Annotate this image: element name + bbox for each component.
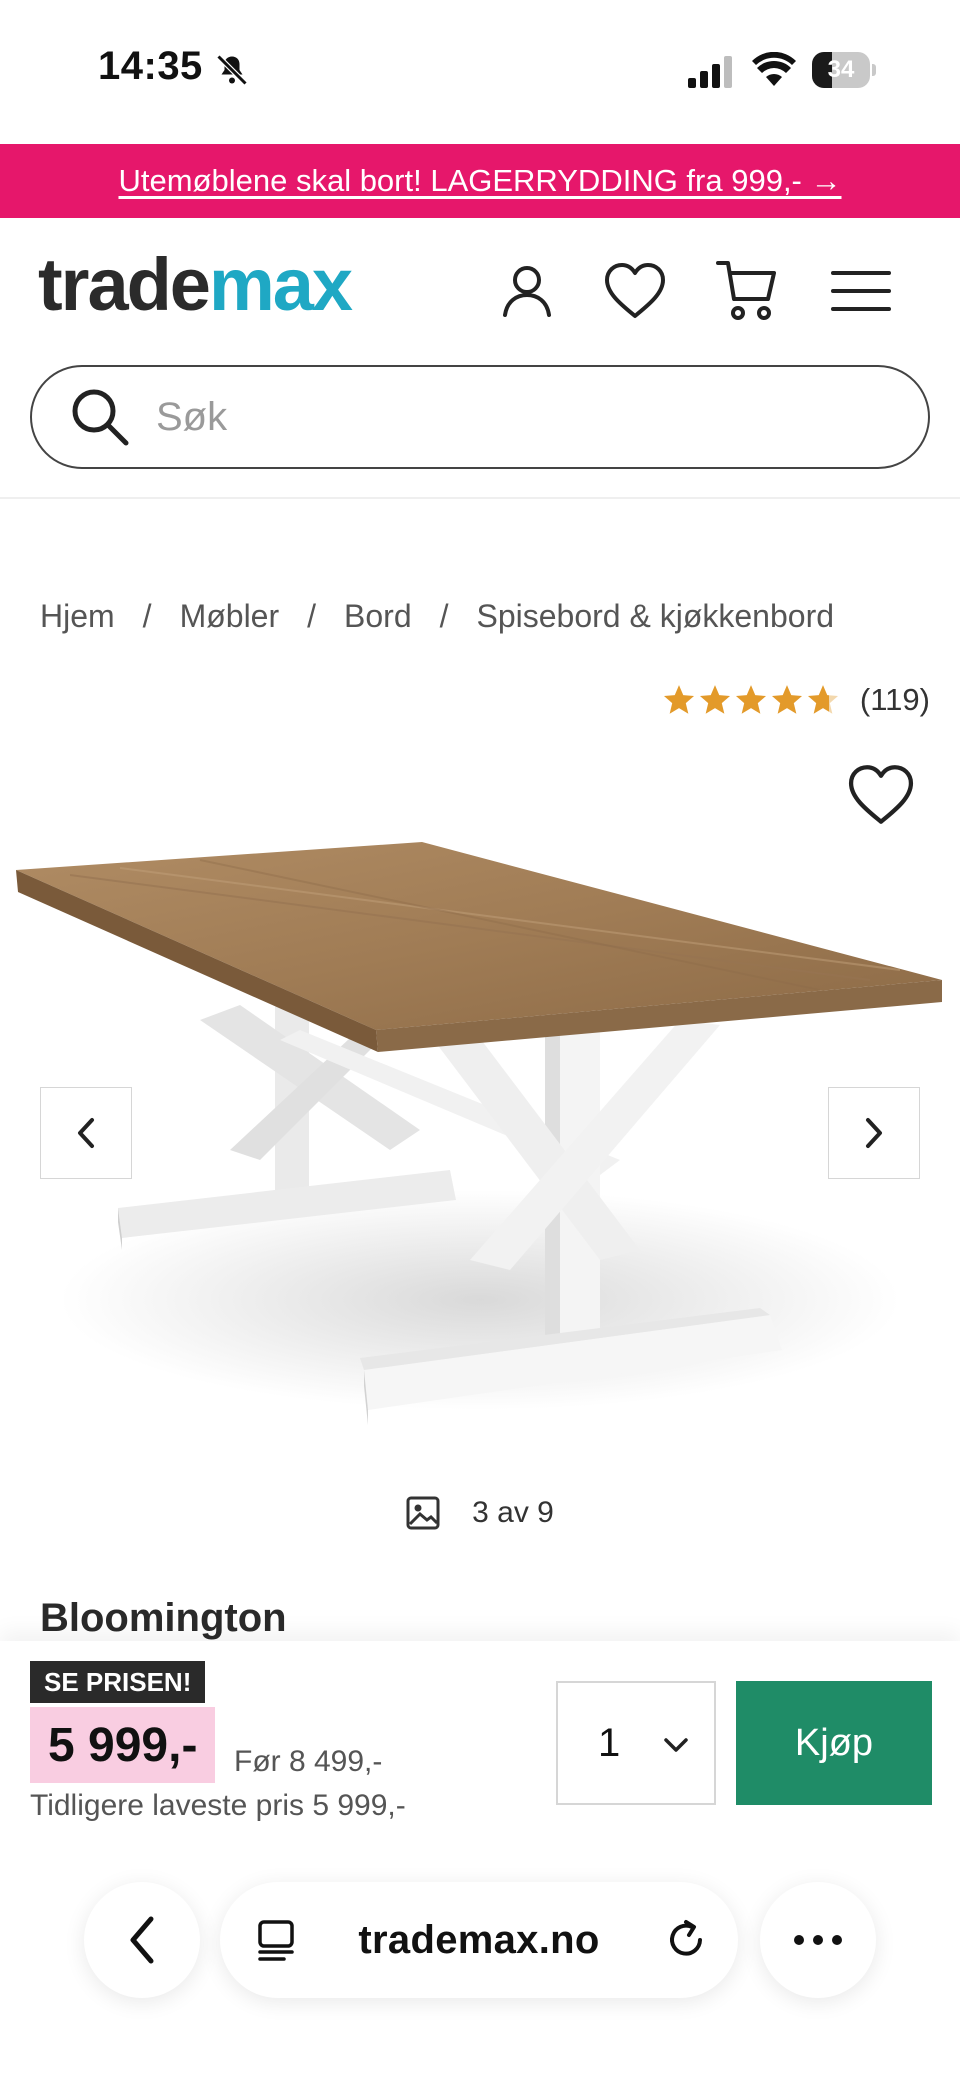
breadcrumb-separator: / [307,598,317,634]
star-icon [735,685,766,714]
browser-more-button[interactable] [760,1882,876,1998]
chevron-left-icon [78,1118,94,1148]
gallery-counter: 3 av 9 [0,1496,960,1530]
heart-icon[interactable] [600,256,670,326]
menu-icon[interactable] [826,256,896,326]
quantity-select[interactable]: 1 [556,1681,716,1805]
search-input[interactable] [156,394,856,440]
breadcrumb-item-spisebord[interactable]: Spisebord & kjøkkenbord [477,598,835,635]
cart-icon[interactable] [712,256,782,326]
star-icon [771,685,802,714]
url-bar[interactable]: trademax.no [220,1882,738,1998]
current-price: 5 999,- [48,1718,198,1772]
chevron-right-icon [866,1118,882,1148]
product-rating[interactable]: (119) [662,682,930,718]
product-image [16,842,942,1425]
price-highlight: 5 999,- [30,1707,216,1783]
breadcrumb: Hjem / Møbler / Bord / Spisebord & kjøkk… [40,598,834,635]
battery-level: 34 [827,56,855,83]
status-bar: 14:35 34 [0,0,960,144]
quantity-value: 1 [598,1720,621,1765]
search-icon [72,389,129,446]
reload-icon[interactable] [664,1918,708,1962]
rating-count: (119) [859,682,930,717]
star-icon [807,685,838,714]
breadcrumb-separator: / [439,598,449,634]
star-icon [663,685,694,714]
reader-mode-icon[interactable] [256,1918,300,1962]
wifi-icon [752,52,796,86]
star-icon [699,685,730,714]
bell-muted-icon [216,54,248,86]
buy-button[interactable]: Kjøp [736,1681,932,1805]
image-icon [406,1496,440,1530]
back-arrow-icon [130,1916,154,1964]
price-badge: SE PRISEN! [30,1661,206,1703]
browser-bar: trademax.no [0,1840,960,2081]
promo-banner: Utemøblene skal bort! LAGERRYDDING fra 9… [0,144,960,218]
trademax-logo[interactable]: trademax [38,248,353,322]
url-text: trademax.no [358,1917,600,1962]
breadcrumb-separator: / [142,598,152,634]
chevron-down-icon [664,1738,688,1752]
more-dots-icon [794,1935,842,1945]
battery-icon: 34 [812,52,876,88]
star-rating [662,683,842,717]
gallery-prev-button[interactable] [40,1087,132,1179]
header-divider [0,497,960,499]
breadcrumb-item-mobler[interactable]: Møbler [180,598,280,635]
promo-link[interactable]: Utemøblene skal bort! LAGERRYDDING fra 9… [118,163,841,199]
wishlist-heart-icon[interactable] [846,764,916,826]
before-price: Før 8 499,- [234,1745,383,1778]
product-title: Bloomington [40,1596,287,1640]
breadcrumb-item-bord[interactable]: Bord [344,598,412,635]
browser-back-button[interactable] [84,1882,200,1998]
signal-icon [688,56,732,88]
lowest-price-text: Tidligere laveste pris 5 999,- [30,1789,406,1822]
status-time: 14:35 [98,44,203,88]
search-bar[interactable] [30,365,930,469]
breadcrumb-item-hjem[interactable]: Hjem [40,598,115,635]
gallery-counter-text: 3 av 9 [472,1496,554,1529]
gallery-next-button[interactable] [828,1087,920,1179]
account-icon[interactable] [492,256,562,326]
